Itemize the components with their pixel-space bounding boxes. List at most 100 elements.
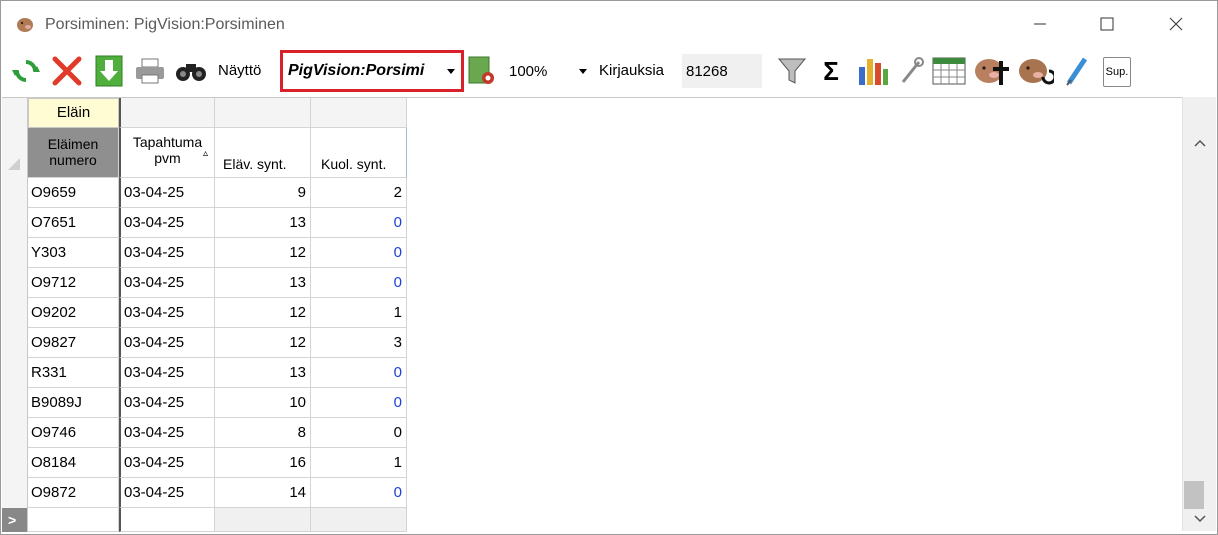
zoom-dropdown[interactable]: 100%	[503, 54, 593, 88]
chevron-down-icon	[447, 69, 455, 74]
cell-born-alive[interactable]: 12	[215, 298, 311, 328]
cell-born-dead[interactable]: 1	[311, 448, 407, 478]
new-row-cell[interactable]	[119, 508, 215, 532]
cell-event-date[interactable]: 03-04-25	[119, 208, 215, 238]
sup-button[interactable]: Sup.	[1103, 57, 1131, 87]
cell-animal-number[interactable]: Y303	[28, 238, 119, 268]
cell-born-alive[interactable]: 16	[215, 448, 311, 478]
view-label: Näyttö	[218, 62, 262, 79]
view-dropdown[interactable]: PigVision:Porsimi	[280, 50, 464, 92]
cell-born-alive[interactable]: 14	[215, 478, 311, 508]
column-header-born-dead[interactable]: Kuol. synt.	[311, 128, 407, 178]
vertical-scrollbar[interactable]	[1182, 97, 1216, 531]
binoculars-icon[interactable]	[173, 53, 209, 89]
select-all-corner[interactable]	[8, 158, 20, 170]
cell-animal-number[interactable]: O9659	[28, 178, 119, 208]
group-header-blank	[311, 98, 407, 128]
delete-icon[interactable]	[49, 53, 85, 89]
bar-chart-icon[interactable]	[855, 53, 891, 89]
close-button[interactable]	[1153, 1, 1199, 47]
cell-born-dead[interactable]: 2	[311, 178, 407, 208]
cell-born-dead[interactable]: 0	[311, 418, 407, 448]
records-label: Kirjauksia	[599, 62, 665, 79]
sort-ascending-icon: ▵	[202, 148, 208, 159]
cell-born-dead[interactable]: 0	[311, 388, 407, 418]
maximize-button[interactable]	[1084, 1, 1130, 47]
column-header-line: numero	[49, 152, 97, 168]
toolbar: Näyttö PigVision:Porsimi 100% Kirjauksia…	[1, 47, 1217, 97]
cell-born-dead[interactable]: 0	[311, 358, 407, 388]
scroll-up-button[interactable]	[1183, 133, 1217, 153]
cell-event-date[interactable]: 03-04-25	[119, 478, 215, 508]
cell-born-dead[interactable]: 1	[311, 298, 407, 328]
cell-born-dead[interactable]: 0	[311, 478, 407, 508]
records-count: 81268	[686, 63, 728, 80]
cell-animal-number[interactable]: O7651	[28, 208, 119, 238]
cell-born-alive[interactable]: 8	[215, 418, 311, 448]
chevron-down-icon	[579, 69, 587, 74]
records-count-field: 81268	[682, 54, 762, 88]
refresh-icon[interactable]	[9, 53, 43, 89]
cell-event-date[interactable]: 03-04-25	[119, 268, 215, 298]
wrench-icon[interactable]	[897, 53, 927, 89]
app-pig-icon	[15, 14, 35, 34]
pig-refresh-icon[interactable]	[1015, 53, 1055, 89]
syringe-icon[interactable]	[1063, 53, 1091, 89]
column-header-line: pvm	[154, 150, 181, 166]
cell-event-date[interactable]: 03-04-25	[119, 388, 215, 418]
new-row-cell[interactable]	[28, 508, 119, 532]
print-icon[interactable]	[133, 53, 167, 89]
column-header-born-alive[interactable]: Eläv. synt.	[215, 128, 311, 178]
new-row-cell[interactable]	[215, 508, 311, 532]
cell-event-date[interactable]: 03-04-25	[119, 238, 215, 268]
group-header-blank	[119, 98, 215, 128]
filter-funnel-icon[interactable]	[775, 53, 809, 89]
new-row-cell[interactable]	[311, 508, 407, 532]
settings-gear-icon[interactable]	[465, 53, 499, 89]
main-window: Porsiminen: PigVision:Porsiminen Näyttö	[0, 0, 1218, 535]
cell-event-date[interactable]: 03-04-25	[119, 358, 215, 388]
scroll-down-button[interactable]	[1183, 509, 1217, 529]
view-dropdown-value: PigVision:Porsimi	[288, 62, 428, 79]
cell-animal-number[interactable]: O9746	[28, 418, 119, 448]
column-header-animal-number[interactable]: Eläimen numero	[28, 128, 119, 178]
cell-event-date[interactable]: 03-04-25	[119, 328, 215, 358]
cell-born-alive[interactable]: 10	[215, 388, 311, 418]
group-header-blank	[215, 98, 311, 128]
cell-born-alive[interactable]: 9	[215, 178, 311, 208]
zoom-value: 100%	[509, 63, 548, 80]
new-row-marker[interactable]: >	[2, 508, 28, 532]
cell-born-alive[interactable]: 13	[215, 358, 311, 388]
cell-animal-number[interactable]: O9827	[28, 328, 119, 358]
cell-born-dead[interactable]: 0	[311, 238, 407, 268]
download-icon[interactable]	[93, 53, 125, 89]
cell-event-date[interactable]: 03-04-25	[119, 298, 215, 328]
cell-event-date[interactable]: 03-04-25	[119, 418, 215, 448]
cell-event-date[interactable]: 03-04-25	[119, 178, 215, 208]
column-header-line: Eläimen	[47, 136, 99, 152]
cell-animal-number[interactable]: R331	[28, 358, 119, 388]
column-header-event-date[interactable]: Tapahtuma pvm ▵	[119, 128, 215, 178]
cell-born-dead[interactable]: 0	[311, 208, 407, 238]
cell-born-alive[interactable]: 13	[215, 208, 311, 238]
pig-cross-icon[interactable]	[971, 53, 1011, 89]
cell-event-date[interactable]: 03-04-25	[119, 448, 215, 478]
minimize-button[interactable]	[1017, 1, 1063, 47]
cell-born-alive[interactable]: 13	[215, 268, 311, 298]
calendar-icon[interactable]	[931, 53, 967, 89]
data-grid: Eläin Eläimen numero Tapahtuma pvm ▵ Elä…	[2, 97, 1182, 532]
cell-animal-number[interactable]: O9202	[28, 298, 119, 328]
column-header-line: Tapahtuma	[132, 134, 203, 150]
group-header-animal: Eläin	[28, 98, 119, 128]
cell-animal-number[interactable]: O9712	[28, 268, 119, 298]
cell-born-alive[interactable]: 12	[215, 238, 311, 268]
window-title: Porsiminen: PigVision:Porsiminen	[45, 16, 285, 33]
cell-animal-number[interactable]: O9872	[28, 478, 119, 508]
scroll-thumb[interactable]	[1184, 481, 1204, 509]
cell-born-dead[interactable]: 3	[311, 328, 407, 358]
cell-born-dead[interactable]: 0	[311, 268, 407, 298]
sigma-icon[interactable]: Σ	[815, 53, 847, 89]
cell-animal-number[interactable]: B9089J	[28, 388, 119, 418]
cell-born-alive[interactable]: 12	[215, 328, 311, 358]
cell-animal-number[interactable]: O8184	[28, 448, 119, 478]
